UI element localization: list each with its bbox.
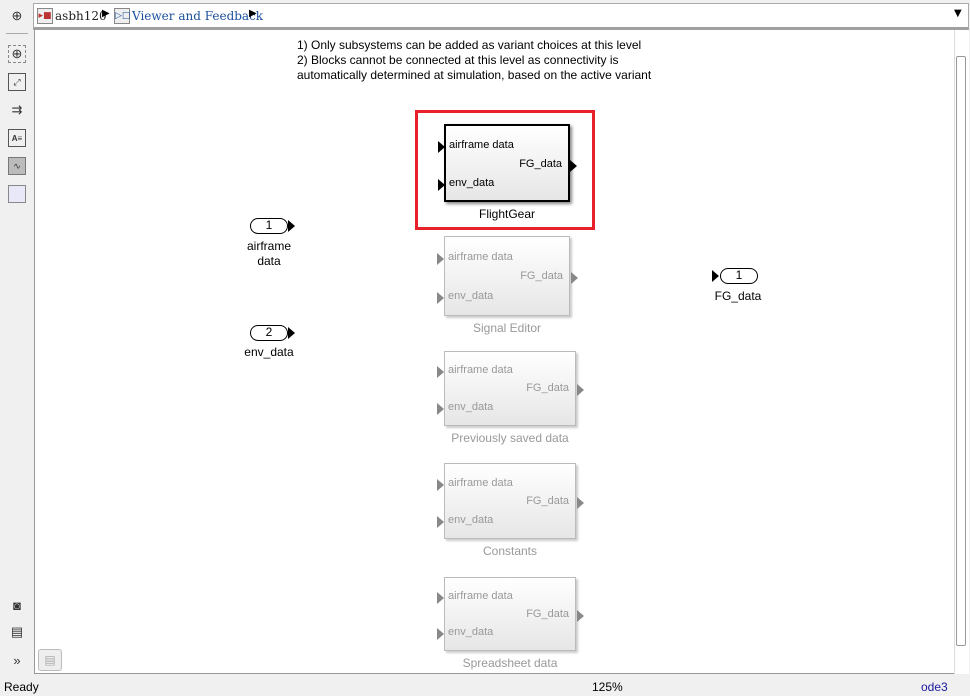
breadcrumb-arrow-icon[interactable]: ▶ <box>102 8 110 19</box>
breadcrumb-item-model[interactable]: asbh120 <box>55 9 107 23</box>
inport-2[interactable]: 2 <box>250 325 288 341</box>
subsystem-icon: ▷□ <box>114 8 130 24</box>
property-inspector-icon[interactable]: ▤ <box>8 623 26 641</box>
block-name: FlightGear <box>478 207 536 221</box>
annotation-line: automatically determined at simulation, … <box>297 68 652 82</box>
signal-route-icon[interactable]: ⇉ <box>8 101 26 119</box>
annotation-line: 2) Blocks cannot be connected at this le… <box>297 53 619 67</box>
status-text: Ready <box>4 680 39 694</box>
port-arrow-icon <box>288 327 295 339</box>
output-arrow-icon <box>577 384 584 397</box>
input-arrow-icon <box>437 591 444 604</box>
input-arrow-icon <box>438 141 445 154</box>
input-port-label: env_data <box>448 626 494 639</box>
variant-block[interactable]: airframe data env_data FG_data <box>438 124 577 202</box>
image-icon[interactable]: ∿ <box>8 157 26 175</box>
variant-block[interactable]: airframe data env_data FG_data <box>437 463 584 539</box>
input-port-label: airframe data <box>448 476 513 489</box>
zoom-icon[interactable]: ⊕ <box>8 45 26 63</box>
output-port-label: FG_data <box>526 607 569 620</box>
breadcrumb: ▸■ asbh120 ▶ ▷□ Viewer and Feedback ▶ ▼ <box>33 3 969 30</box>
port-arrow-icon <box>712 270 719 282</box>
input-arrow-icon <box>437 628 444 641</box>
scrollbar-thumb[interactable] <box>956 56 966 646</box>
block-name: Constants <box>482 544 538 558</box>
status-bar: Ready 125% ode3 <box>0 676 970 696</box>
inport-label: env_data <box>244 345 294 359</box>
save-icon[interactable]: ▤ <box>38 649 62 671</box>
breadcrumb-item-subsystem[interactable]: Viewer and Feedback <box>132 9 263 23</box>
inport-1[interactable]: 1 <box>250 218 288 234</box>
back-icon[interactable]: ⊕ <box>8 7 26 25</box>
breadcrumb-arrow-icon[interactable]: ▶ <box>249 8 257 19</box>
input-port-label: env_data <box>448 513 494 526</box>
solver-link[interactable]: ode3 <box>921 680 948 694</box>
input-arrow-icon <box>438 179 445 192</box>
left-toolbar: ⊕ ⊕ ⤢ ⇉ A≡ ∿ ◙ ▤ » <box>0 0 33 676</box>
inport-label: data <box>257 254 281 268</box>
output-port-label: FG_data <box>520 269 563 282</box>
inport-label: airframe <box>246 239 291 253</box>
input-port-label: env_data <box>449 177 495 190</box>
output-arrow-icon <box>571 271 578 284</box>
output-port-label: FG_data <box>519 157 562 170</box>
divider <box>6 33 28 34</box>
input-arrow-icon <box>437 252 444 265</box>
block-name: Spreadsheet data <box>462 656 558 670</box>
input-port-label: env_data <box>448 289 494 302</box>
input-arrow-icon <box>437 403 444 415</box>
input-port-label: airframe data <box>448 364 513 377</box>
annotation-icon[interactable]: A≡ <box>8 129 26 147</box>
output-arrow-icon <box>577 609 584 622</box>
input-port-label: airframe data <box>448 250 513 263</box>
output-arrow-icon <box>577 496 584 509</box>
port-arrow-icon <box>288 220 295 232</box>
model-icon: ▸■ <box>37 8 53 24</box>
input-port-label: airframe data <box>448 589 513 602</box>
camera-icon[interactable]: ◙ <box>8 596 26 614</box>
expand-icon[interactable]: » <box>8 651 26 669</box>
variant-block[interactable]: airframe data env_data FG_data <box>437 236 578 316</box>
output-port-label: FG_data <box>526 494 569 507</box>
input-arrow-icon <box>437 366 444 379</box>
input-arrow-icon <box>437 478 444 491</box>
variant-block[interactable]: airframe data env_data FG_data <box>437 351 584 426</box>
outport-label: FG_data <box>714 289 762 303</box>
block-name: Previously saved data <box>451 431 569 445</box>
output-arrow-icon <box>570 159 577 172</box>
output-port-label: FG_data <box>526 382 569 395</box>
input-arrow-icon <box>437 291 444 304</box>
block-name: Signal Editor <box>472 321 542 335</box>
outport-1[interactable]: 1 <box>720 268 758 284</box>
chevron-down-icon[interactable]: ▼ <box>954 8 962 19</box>
annotation-line: 1) Only subsystems can be added as varia… <box>297 38 642 52</box>
variant-block[interactable]: airframe data env_data FG_data <box>437 577 584 651</box>
input-port-label: env_data <box>448 401 494 413</box>
input-arrow-icon <box>437 515 444 528</box>
zoom-level: 125% <box>592 680 623 694</box>
area-icon[interactable] <box>8 185 26 203</box>
fit-view-icon[interactable]: ⤢ <box>8 73 26 91</box>
input-port-label: airframe data <box>449 139 514 152</box>
